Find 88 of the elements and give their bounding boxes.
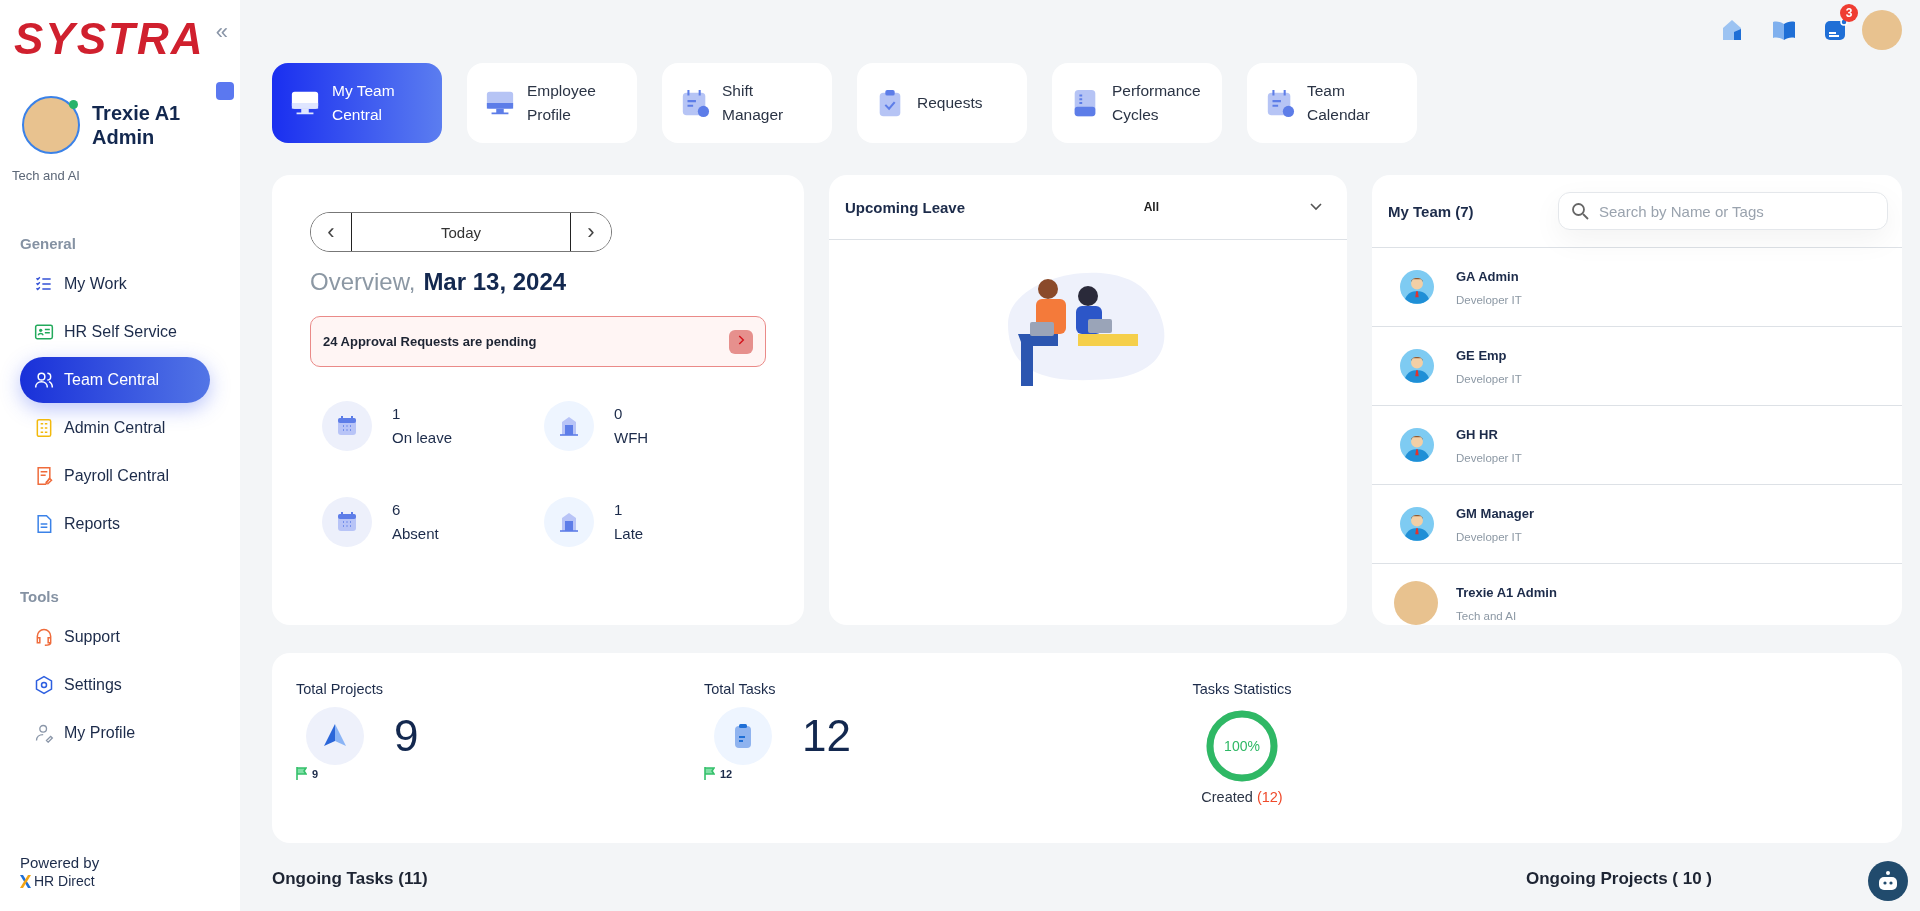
tab[interactable]: Employee Profile (467, 63, 637, 143)
notification-badge: 3 (1840, 4, 1858, 22)
alert-text: 24 Approval Requests are pending (323, 334, 537, 349)
task-count: 12 (802, 711, 851, 761)
overview-date: Mar 13, 2024 (423, 268, 567, 296)
tab[interactable]: Shift Manager (662, 63, 832, 143)
member-role: Developer IT (1456, 451, 1522, 464)
nav-item[interactable]: My Profile (20, 710, 210, 756)
tab[interactable]: Performance Cycles (1052, 63, 1222, 143)
brand-name: HR Direct (34, 873, 95, 889)
section-heading: Ongoing Projects ( 10 ) (1525, 869, 1712, 889)
avatar-icon (1400, 428, 1434, 462)
user-name: Trexie A1 Admin (92, 101, 182, 149)
hexagon-icon (34, 675, 54, 695)
nav-item[interactable]: Payroll Central (20, 453, 210, 499)
section-heading: General (19, 235, 77, 252)
created-count: (12) (1256, 789, 1283, 805)
member-name: Trexie A1 Admin (1456, 584, 1557, 600)
user-department: Tech and AI (11, 167, 81, 183)
stat-value: 1 (614, 500, 624, 520)
tab[interactable]: My Team Central (272, 63, 442, 143)
people-icon (34, 370, 54, 390)
receipt-icon (34, 466, 54, 486)
home-icon[interactable] (1720, 18, 1744, 42)
member-role: Developer IT (1456, 530, 1523, 543)
card-title: My Team (7) (1388, 202, 1474, 220)
company-logo: SYSTRA (14, 14, 205, 64)
flag-count: 12 (720, 767, 733, 780)
section-heading: Ongoing Tasks (11) (272, 869, 428, 889)
stat-value: 6 (392, 500, 402, 520)
user-edit-icon (34, 723, 54, 743)
apps-icon[interactable] (216, 82, 234, 100)
created-label: Created (1201, 789, 1253, 805)
member-role: Tech and AI (1456, 609, 1518, 622)
calendar-icon (335, 510, 359, 534)
flag-count: 9 (312, 767, 319, 780)
stat-value: 0 (614, 404, 624, 424)
flag-icon (296, 767, 307, 780)
nav-item[interactable]: My Work (20, 261, 210, 307)
stat-label: WFH (614, 428, 649, 448)
progress-reading: 100% (1224, 738, 1260, 754)
robot-icon (1876, 869, 1900, 893)
nav-item[interactable]: HR Self Service (20, 309, 210, 355)
nav-item[interactable]: Admin Central (20, 405, 210, 451)
stat-value: 1 (392, 404, 402, 424)
message-icon[interactable] (1824, 18, 1848, 42)
avatar-icon (1400, 349, 1434, 383)
powered-by-label: Powered by (20, 854, 101, 871)
member-name: GH HR (1456, 426, 1499, 442)
nav-item[interactable]: Reports (20, 501, 210, 547)
document-icon (34, 514, 54, 534)
building-icon (557, 414, 581, 438)
overview-label: Overview, (310, 268, 416, 296)
block-title: Total Projects (296, 681, 385, 697)
member-role: Developer IT (1456, 372, 1522, 385)
calendar-icon (335, 414, 359, 438)
stat-label: Late (614, 524, 644, 544)
id-card-icon (34, 322, 54, 342)
stat-label: On leave (392, 428, 453, 448)
member-name: GA Admin (1456, 268, 1520, 284)
document-grid-icon (34, 418, 54, 438)
calendar-icon (1265, 88, 1295, 118)
filter-dropdown[interactable]: All (1137, 199, 1329, 215)
member-role: Developer IT (1456, 293, 1522, 306)
brand-logo-icon (20, 874, 31, 888)
avatar-icon (1400, 507, 1434, 541)
member-name: GM Manager (1456, 505, 1534, 521)
section-heading: Tools (19, 588, 60, 605)
block-title: Tasks Statistics (1192, 681, 1292, 697)
nav-item[interactable]: Settings (20, 662, 210, 708)
nav-item[interactable]: Support (20, 614, 210, 660)
tab[interactable]: Requests (857, 63, 1027, 143)
block-title: Total Tasks (704, 681, 777, 697)
building-icon (557, 510, 581, 534)
tab[interactable]: Team Calendar (1247, 63, 1417, 143)
project-count: 9 (394, 711, 419, 761)
flag-icon (704, 767, 715, 780)
headset-icon (34, 627, 54, 647)
card-title: Upcoming Leave (845, 198, 966, 216)
avatar-icon (1400, 270, 1434, 304)
nav-item[interactable]: Team Central (20, 357, 210, 403)
today-button[interactable]: Today (351, 213, 571, 251)
stat-label: Absent (392, 524, 439, 544)
member-name: GE Emp (1456, 347, 1508, 363)
search-field[interactable]: Search by Name or Tags (1558, 192, 1888, 230)
calendar-icon (680, 88, 710, 118)
open-button[interactable] (729, 329, 753, 354)
member-avatar (1394, 581, 1438, 625)
